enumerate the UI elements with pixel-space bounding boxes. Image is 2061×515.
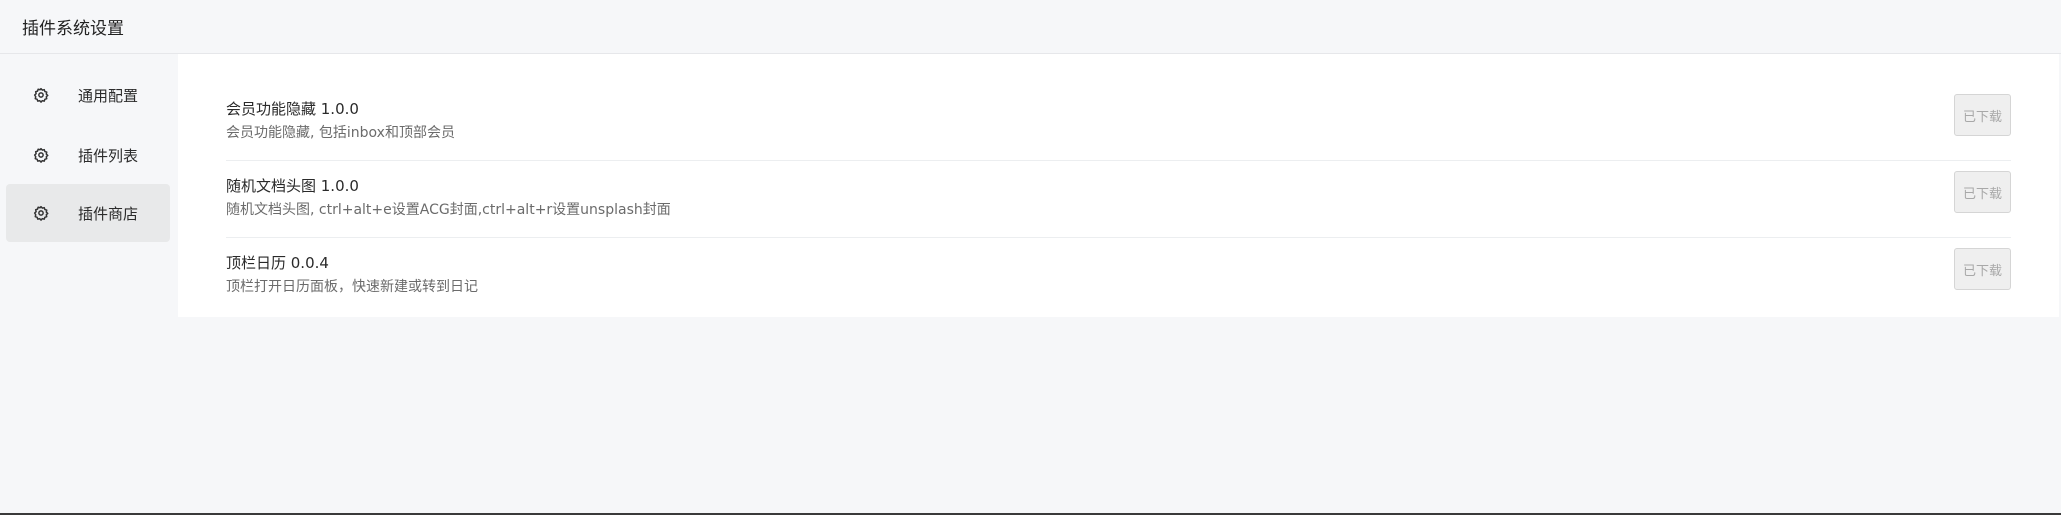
- sidebar: 通用配置 插件列表 插件商店: [0, 54, 178, 515]
- gear-icon: [32, 86, 50, 104]
- sidebar-item-label: 插件列表: [78, 146, 139, 165]
- plugin-name: 顶栏日历 0.0.4: [226, 254, 329, 272]
- sidebar-item-plugin-store[interactable]: 插件商店: [6, 184, 170, 242]
- gear-icon: [32, 204, 50, 222]
- plugin-name: 随机文档头图 1.0.0: [226, 177, 359, 195]
- plugin-row: 顶栏日历 0.0.4 顶栏打开日历面板，快速新建或转到日记 已下载: [226, 238, 2011, 315]
- page-title: 插件系统设置: [22, 19, 124, 39]
- plugin-row: 会员功能隐藏 1.0.0 会员功能隐藏, 包括inbox和顶部会员 已下载: [226, 84, 2011, 161]
- plugin-description: 顶栏打开日历面板，快速新建或转到日记: [226, 279, 478, 295]
- sidebar-item-label: 插件商店: [78, 204, 139, 223]
- gear-icon: [32, 146, 50, 164]
- downloaded-button[interactable]: 已下载: [1954, 171, 2011, 213]
- plugin-store-panel: 会员功能隐藏 1.0.0 会员功能隐藏, 包括inbox和顶部会员 已下载 随机…: [178, 54, 2059, 317]
- plugin-row: 随机文档头图 1.0.0 随机文档头图, ctrl+alt+e设置ACG封面,c…: [226, 161, 2011, 238]
- plugin-description: 会员功能隐藏, 包括inbox和顶部会员: [226, 125, 455, 141]
- settings-header: 插件系统设置: [0, 0, 2061, 54]
- downloaded-button[interactable]: 已下载: [1954, 248, 2011, 290]
- plugin-description: 随机文档头图, ctrl+alt+e设置ACG封面,ctrl+alt+r设置un…: [226, 202, 671, 218]
- sidebar-item-general-config[interactable]: 通用配置: [6, 66, 170, 124]
- sidebar-item-label: 通用配置: [78, 86, 139, 105]
- plugin-name: 会员功能隐藏 1.0.0: [226, 100, 359, 118]
- sidebar-item-plugin-list[interactable]: 插件列表: [6, 126, 170, 184]
- downloaded-button[interactable]: 已下载: [1954, 94, 2011, 136]
